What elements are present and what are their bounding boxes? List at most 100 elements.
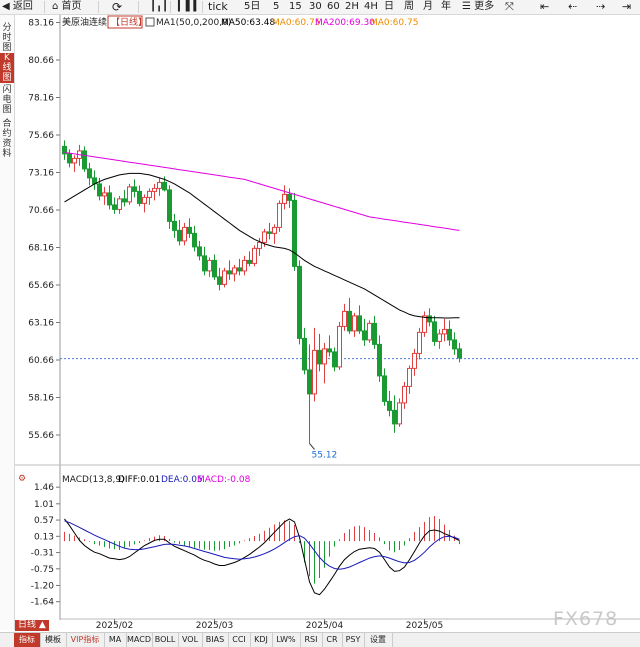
macd-tick-label: 0.57 (34, 516, 54, 526)
candle-body (147, 190, 152, 198)
candle-body (427, 315, 432, 323)
macd-tick-label: -0.31 (31, 549, 54, 559)
tab-indicators[interactable]: 指标 (14, 633, 41, 647)
price-tick-label: 78.16 (28, 94, 54, 104)
macd-tick-label: 0.13 (34, 532, 54, 542)
candle-body (292, 199, 297, 267)
candle-body (177, 229, 182, 242)
tab-boll[interactable]: BOLL (152, 633, 179, 647)
candle-body (212, 259, 217, 278)
price-tick-label: 65.66 (28, 281, 54, 291)
candle-body (67, 153, 72, 164)
candle-body (377, 343, 382, 377)
candle-body (107, 192, 112, 206)
watermark: FX678 (553, 608, 619, 630)
candle-body (332, 351, 337, 368)
tab-macd[interactable]: MACD (126, 633, 153, 647)
candle-body (287, 193, 292, 201)
candle-body (277, 202, 282, 228)
x-tick-label: 2025/02 (96, 621, 133, 631)
candle-body (397, 402, 402, 425)
indicator-bar: 指标 模板 VIP指标 MA MACD BOLL VOL BIAS CCI KD… (0, 632, 640, 647)
chart-canvas[interactable]: 美原油连续 【日线】 MA1(50,0,200,0) MA50:63.48 MA… (0, 0, 640, 632)
candle-body (227, 270, 232, 275)
candle-body (207, 259, 212, 272)
candle-body (157, 181, 162, 189)
x-tick-label: 2025/03 (196, 621, 233, 631)
macd-tick-label: -0.75 (31, 565, 54, 575)
candle-body (302, 337, 307, 371)
price-tick-label: 70.66 (28, 206, 54, 216)
candle-body (102, 192, 107, 197)
candle-body (432, 321, 437, 342)
ma0-value-a: MA0:60.75 (272, 18, 320, 28)
tab-cci[interactable]: CCI (228, 633, 251, 647)
tab-vol[interactable]: VOL (178, 633, 203, 647)
candle-body (72, 157, 77, 164)
candle-body (162, 181, 167, 191)
candle-body (242, 259, 247, 272)
candle-body (172, 220, 177, 231)
price-tick-label: 68.16 (28, 244, 54, 254)
candle-body (247, 259, 252, 264)
candle-body (202, 255, 207, 272)
candle-body (437, 333, 442, 342)
macd-macd-value: MACD:-0.08 (197, 475, 251, 485)
tab-ma[interactable]: MA (104, 633, 127, 647)
candle-body (117, 198, 122, 210)
macd-tick-label: -1.64 (31, 598, 55, 608)
candle-body (257, 241, 262, 249)
price-tick-label: 83.16 (28, 19, 54, 29)
price-tick-label: 58.16 (28, 394, 54, 404)
period-selector[interactable]: 日线 ▲ (15, 620, 49, 631)
ma-toggle-icon[interactable] (145, 17, 155, 27)
candle-body (457, 348, 462, 359)
candle-body (282, 193, 287, 204)
candle-body (112, 204, 117, 210)
candle-body (127, 186, 132, 203)
candle-body (97, 183, 102, 197)
tab-psy[interactable]: PSY (342, 633, 365, 647)
ma200-line (64, 151, 460, 231)
tab-cr[interactable]: CR (322, 633, 343, 647)
candle-body (312, 349, 317, 395)
candle-body (297, 265, 302, 339)
candle-body (222, 270, 227, 285)
tab-kdj[interactable]: KDJ (250, 633, 273, 647)
candle-body (142, 196, 147, 204)
candle-body (352, 315, 357, 332)
macd-diff-line (64, 518, 460, 596)
tab-templates[interactable]: 模板 (40, 633, 67, 647)
candle-body (322, 348, 327, 365)
x-tick-label: 2025/05 (406, 621, 443, 631)
candle-body (442, 328, 447, 335)
period-badge: 【日线】 (111, 16, 147, 28)
candle-body (382, 375, 387, 402)
candle-body (252, 247, 257, 264)
candle-body (392, 409, 397, 425)
ma0-value-b: MA0:60.75 (370, 18, 418, 28)
candle-body (267, 231, 272, 234)
candle-body (367, 322, 372, 341)
gear-icon[interactable]: ⚙ (18, 474, 26, 484)
candle-body (167, 189, 172, 222)
candle-body (402, 385, 407, 404)
candle-body (122, 198, 127, 203)
candle-body (182, 226, 187, 242)
candle-body (192, 232, 197, 248)
tab-lw[interactable]: LW% (272, 633, 301, 647)
candle-body (132, 186, 137, 192)
tab-rsi[interactable]: RSI (300, 633, 323, 647)
tab-bias[interactable]: BIAS (202, 633, 229, 647)
candle-body (237, 267, 242, 272)
candle-body (387, 400, 392, 411)
candle-body (412, 352, 417, 369)
tab-settings[interactable]: 设置 (364, 633, 393, 647)
candle-body (87, 168, 92, 179)
candle-body (347, 310, 352, 332)
candle-body (417, 331, 422, 354)
tab-vip-indicators[interactable]: VIP指标 (66, 633, 105, 647)
candle-body (217, 276, 222, 285)
ma50-value: MA50:63.48 (221, 18, 275, 28)
candle-body (262, 231, 267, 243)
